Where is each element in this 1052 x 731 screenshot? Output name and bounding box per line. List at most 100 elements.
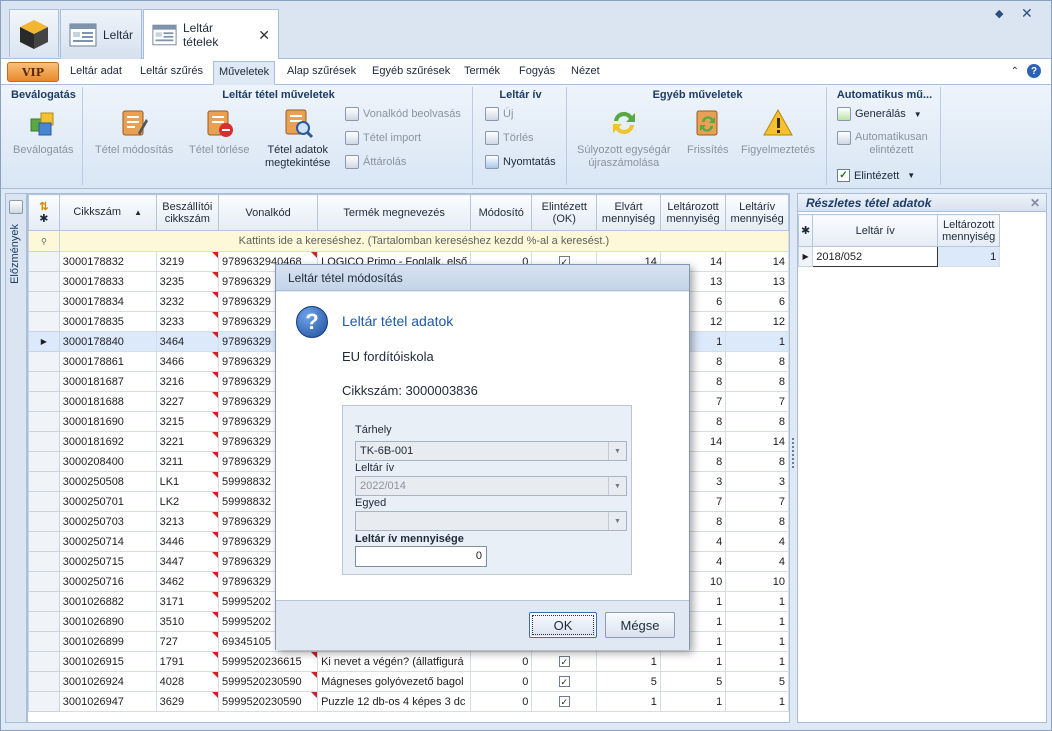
cell-leltariv[interactable]: 5 xyxy=(725,671,789,692)
automatikusan-elintezett-button[interactable]: Automatikusan elintézett xyxy=(837,131,928,157)
cell-cikkszam[interactable]: 3000250715 xyxy=(58,551,157,572)
nyomtatas-button[interactable]: Nyomtatás xyxy=(485,155,556,169)
tab-leltar-szures[interactable]: Leltár szűrés xyxy=(140,65,203,77)
cell-leltariv[interactable]: 14 xyxy=(725,251,789,272)
cell-cikkszam[interactable]: 3001026947 xyxy=(58,691,157,712)
cell-beszallitoi-cikkszam[interactable]: 1791 xyxy=(155,651,220,672)
cell-cikkszam[interactable]: 3001026915 xyxy=(58,651,157,672)
vonalkod-beolvasas-button[interactable]: Vonalkód beolvasás xyxy=(345,107,461,121)
cell-beszallitoi-cikkszam[interactable]: 3232 xyxy=(155,291,220,312)
cell-leltariv[interactable]: 8 xyxy=(725,411,789,432)
app-logo-icon[interactable] xyxy=(9,9,59,57)
cell-beszallitoi-cikkszam[interactable]: LK1 xyxy=(155,471,220,492)
cell-cikkszam[interactable]: 3001026882 xyxy=(58,591,157,612)
cell-modosito[interactable]: 0 xyxy=(470,651,533,672)
checkbox-checked-icon[interactable]: ✓ xyxy=(558,675,570,687)
cell-leltariv[interactable]: 1 xyxy=(725,651,789,672)
attarolas-button[interactable]: Áttárolás xyxy=(345,155,406,169)
cell-leltariv[interactable]: 1 xyxy=(725,331,789,352)
cell-elintezett[interactable]: ✓ xyxy=(531,691,598,712)
cell-beszallitoi-cikkszam[interactable]: 3215 xyxy=(155,411,220,432)
tab-egyeb-szuresek[interactable]: Egyéb szűrések xyxy=(372,65,450,77)
bevalogatas-button[interactable]: Beválogatás xyxy=(13,107,74,157)
cell-leltarozott[interactable]: 1 xyxy=(659,651,727,672)
cell-cikkszam[interactable]: 3000181688 xyxy=(58,391,157,412)
cancel-button[interactable]: Mégse xyxy=(605,612,675,638)
cell-leltariv[interactable]: 6 xyxy=(725,291,789,312)
cell-cikkszam[interactable]: 3000250703 xyxy=(58,511,157,532)
cell-leltarozott[interactable]: 1 xyxy=(659,691,727,712)
cell-cikkszam[interactable]: 3000208400 xyxy=(58,451,157,472)
cell-elintezett[interactable]: ✓ xyxy=(531,671,598,692)
elozmenyek-side-panel[interactable]: Előzmények xyxy=(5,193,27,723)
cell-leltariv[interactable]: 7 xyxy=(725,491,789,512)
generalas-button[interactable]: Generálás ▼ xyxy=(837,107,922,121)
uj-button[interactable]: Új xyxy=(485,107,513,121)
table-row[interactable]: ▶ 2018/052 1 xyxy=(797,246,1001,267)
cell-beszallitoi-cikkszam[interactable]: 3462 xyxy=(155,571,220,592)
torles-button[interactable]: Törlés xyxy=(485,131,534,145)
cell-cikkszam[interactable]: 3000181692 xyxy=(58,431,157,452)
header-termek-megnevezes[interactable]: Termék megnevezés xyxy=(317,194,472,231)
tetel-torlese-button[interactable]: Tétel törlése xyxy=(189,107,250,157)
header-beszallitoi-cikkszam[interactable]: Beszállítói cikkszám xyxy=(155,194,220,231)
doc-tab-leltar-tetelek[interactable]: Leltár tételek ✕ xyxy=(143,9,279,60)
cell-beszallitoi-cikkszam[interactable]: 3213 xyxy=(155,511,220,532)
cell-beszallitoi-cikkszam[interactable]: 727 xyxy=(155,631,220,652)
cell-cikkszam[interactable]: 3001026890 xyxy=(58,611,157,632)
tetel-import-button[interactable]: Tétel import xyxy=(345,131,421,145)
cell-cikkszam[interactable]: 3000250716 xyxy=(58,571,157,592)
cell-cikkszam[interactable]: 3000178840 xyxy=(58,331,157,352)
cell-termek-megnevezes[interactable]: Ki nevet a végén? (állatfigurá xyxy=(317,651,472,672)
tab-nezet[interactable]: Nézet xyxy=(571,65,600,77)
cell-leltariv[interactable]: 12 xyxy=(725,311,789,332)
cell-beszallitoi-cikkszam[interactable]: 3446 xyxy=(155,531,220,552)
close-panel-icon[interactable]: ✕ xyxy=(1030,196,1040,210)
tetel-modositas-button[interactable]: Tétel módosítás xyxy=(95,107,173,157)
cell-leltariv[interactable]: 1 xyxy=(725,611,789,632)
cell-leltariv[interactable]: 1 xyxy=(725,691,789,712)
cell-modosito[interactable]: 0 xyxy=(470,691,533,712)
checkbox-checked-icon[interactable]: ✓ xyxy=(558,655,570,667)
cell-cikkszam[interactable]: 3000178861 xyxy=(58,351,157,372)
tab-termek[interactable]: Termék xyxy=(464,65,500,77)
cell-leltariv[interactable]: 13 xyxy=(725,271,789,292)
cell-elvart[interactable]: 5 xyxy=(596,671,661,692)
header-elintezett[interactable]: Elintézett (OK) xyxy=(531,194,598,231)
cell-leltariv[interactable]: 4 xyxy=(725,531,789,552)
tab-muveletek[interactable]: Műveletek xyxy=(213,61,276,85)
cell-cikkszam[interactable]: 3001026899 xyxy=(58,631,157,652)
cell-leltariv[interactable]: 8 xyxy=(725,351,789,372)
cell-beszallitoi-cikkszam[interactable]: 3466 xyxy=(155,351,220,372)
cell-beszallitoi-cikkszam[interactable]: 3216 xyxy=(155,371,220,392)
table-row[interactable]: 3001026924 4028 5999520230590 Mágneses goly… xyxy=(28,671,789,692)
cell-termek-megnevezes[interactable]: Puzzle 12 db-os 4 képes 3 dc xyxy=(317,691,472,712)
cell-beszallitoi-cikkszam[interactable]: 3221 xyxy=(155,431,220,452)
column-chooser-header[interactable]: ⇅ ✱ xyxy=(28,194,60,231)
tetel-adatok-megtekintese-button[interactable]: Tétel adatok megtekintése xyxy=(265,107,330,170)
cell-beszallitoi-cikkszam[interactable]: 3219 xyxy=(155,251,220,272)
frissites-button[interactable]: Frissítés xyxy=(687,107,729,157)
cell-elvart[interactable]: 1 xyxy=(596,691,661,712)
cell-cikkszam[interactable]: 3000178833 xyxy=(58,271,157,292)
cell-leltariv[interactable]: 3 xyxy=(725,471,789,492)
tarhely-select[interactable]: TK-6B-001 ▼ xyxy=(355,441,627,461)
cell-leltariv[interactable]: 7 xyxy=(725,391,789,412)
sulyozott-egysegar-button[interactable]: Súlyozott egységár újraszámolása xyxy=(577,107,671,170)
cell-beszallitoi-cikkszam[interactable]: 3447 xyxy=(155,551,220,572)
header-modosito[interactable]: Módosító xyxy=(470,194,533,231)
ok-button[interactable]: OK xyxy=(529,612,597,638)
cell-termek-megnevezes[interactable]: Mágneses golyóvezető bagol xyxy=(317,671,472,692)
cell-cikkszam[interactable]: 3000181687 xyxy=(58,371,157,392)
cell-leltariv[interactable]: 8 xyxy=(725,371,789,392)
cell-leltariv[interactable]: 8 xyxy=(725,511,789,532)
figyelmeztetes-button[interactable]: Figyelmeztetés xyxy=(741,107,815,157)
cell-beszallitoi-cikkszam[interactable]: LK2 xyxy=(155,491,220,512)
cell-cikkszam[interactable]: 3000250714 xyxy=(58,531,157,552)
cell-beszallitoi-cikkszam[interactable]: 3629 xyxy=(155,691,220,712)
header-leltar-iv[interactable]: Leltár ív xyxy=(812,214,939,247)
cell-vonalkod[interactable]: 5999520230590 xyxy=(218,691,319,712)
header-vonalkod[interactable]: Vonalkód xyxy=(218,194,319,231)
cell-beszallitoi-cikkszam[interactable]: 3464 xyxy=(155,331,220,352)
cell-beszallitoi-cikkszam[interactable]: 3227 xyxy=(155,391,220,412)
